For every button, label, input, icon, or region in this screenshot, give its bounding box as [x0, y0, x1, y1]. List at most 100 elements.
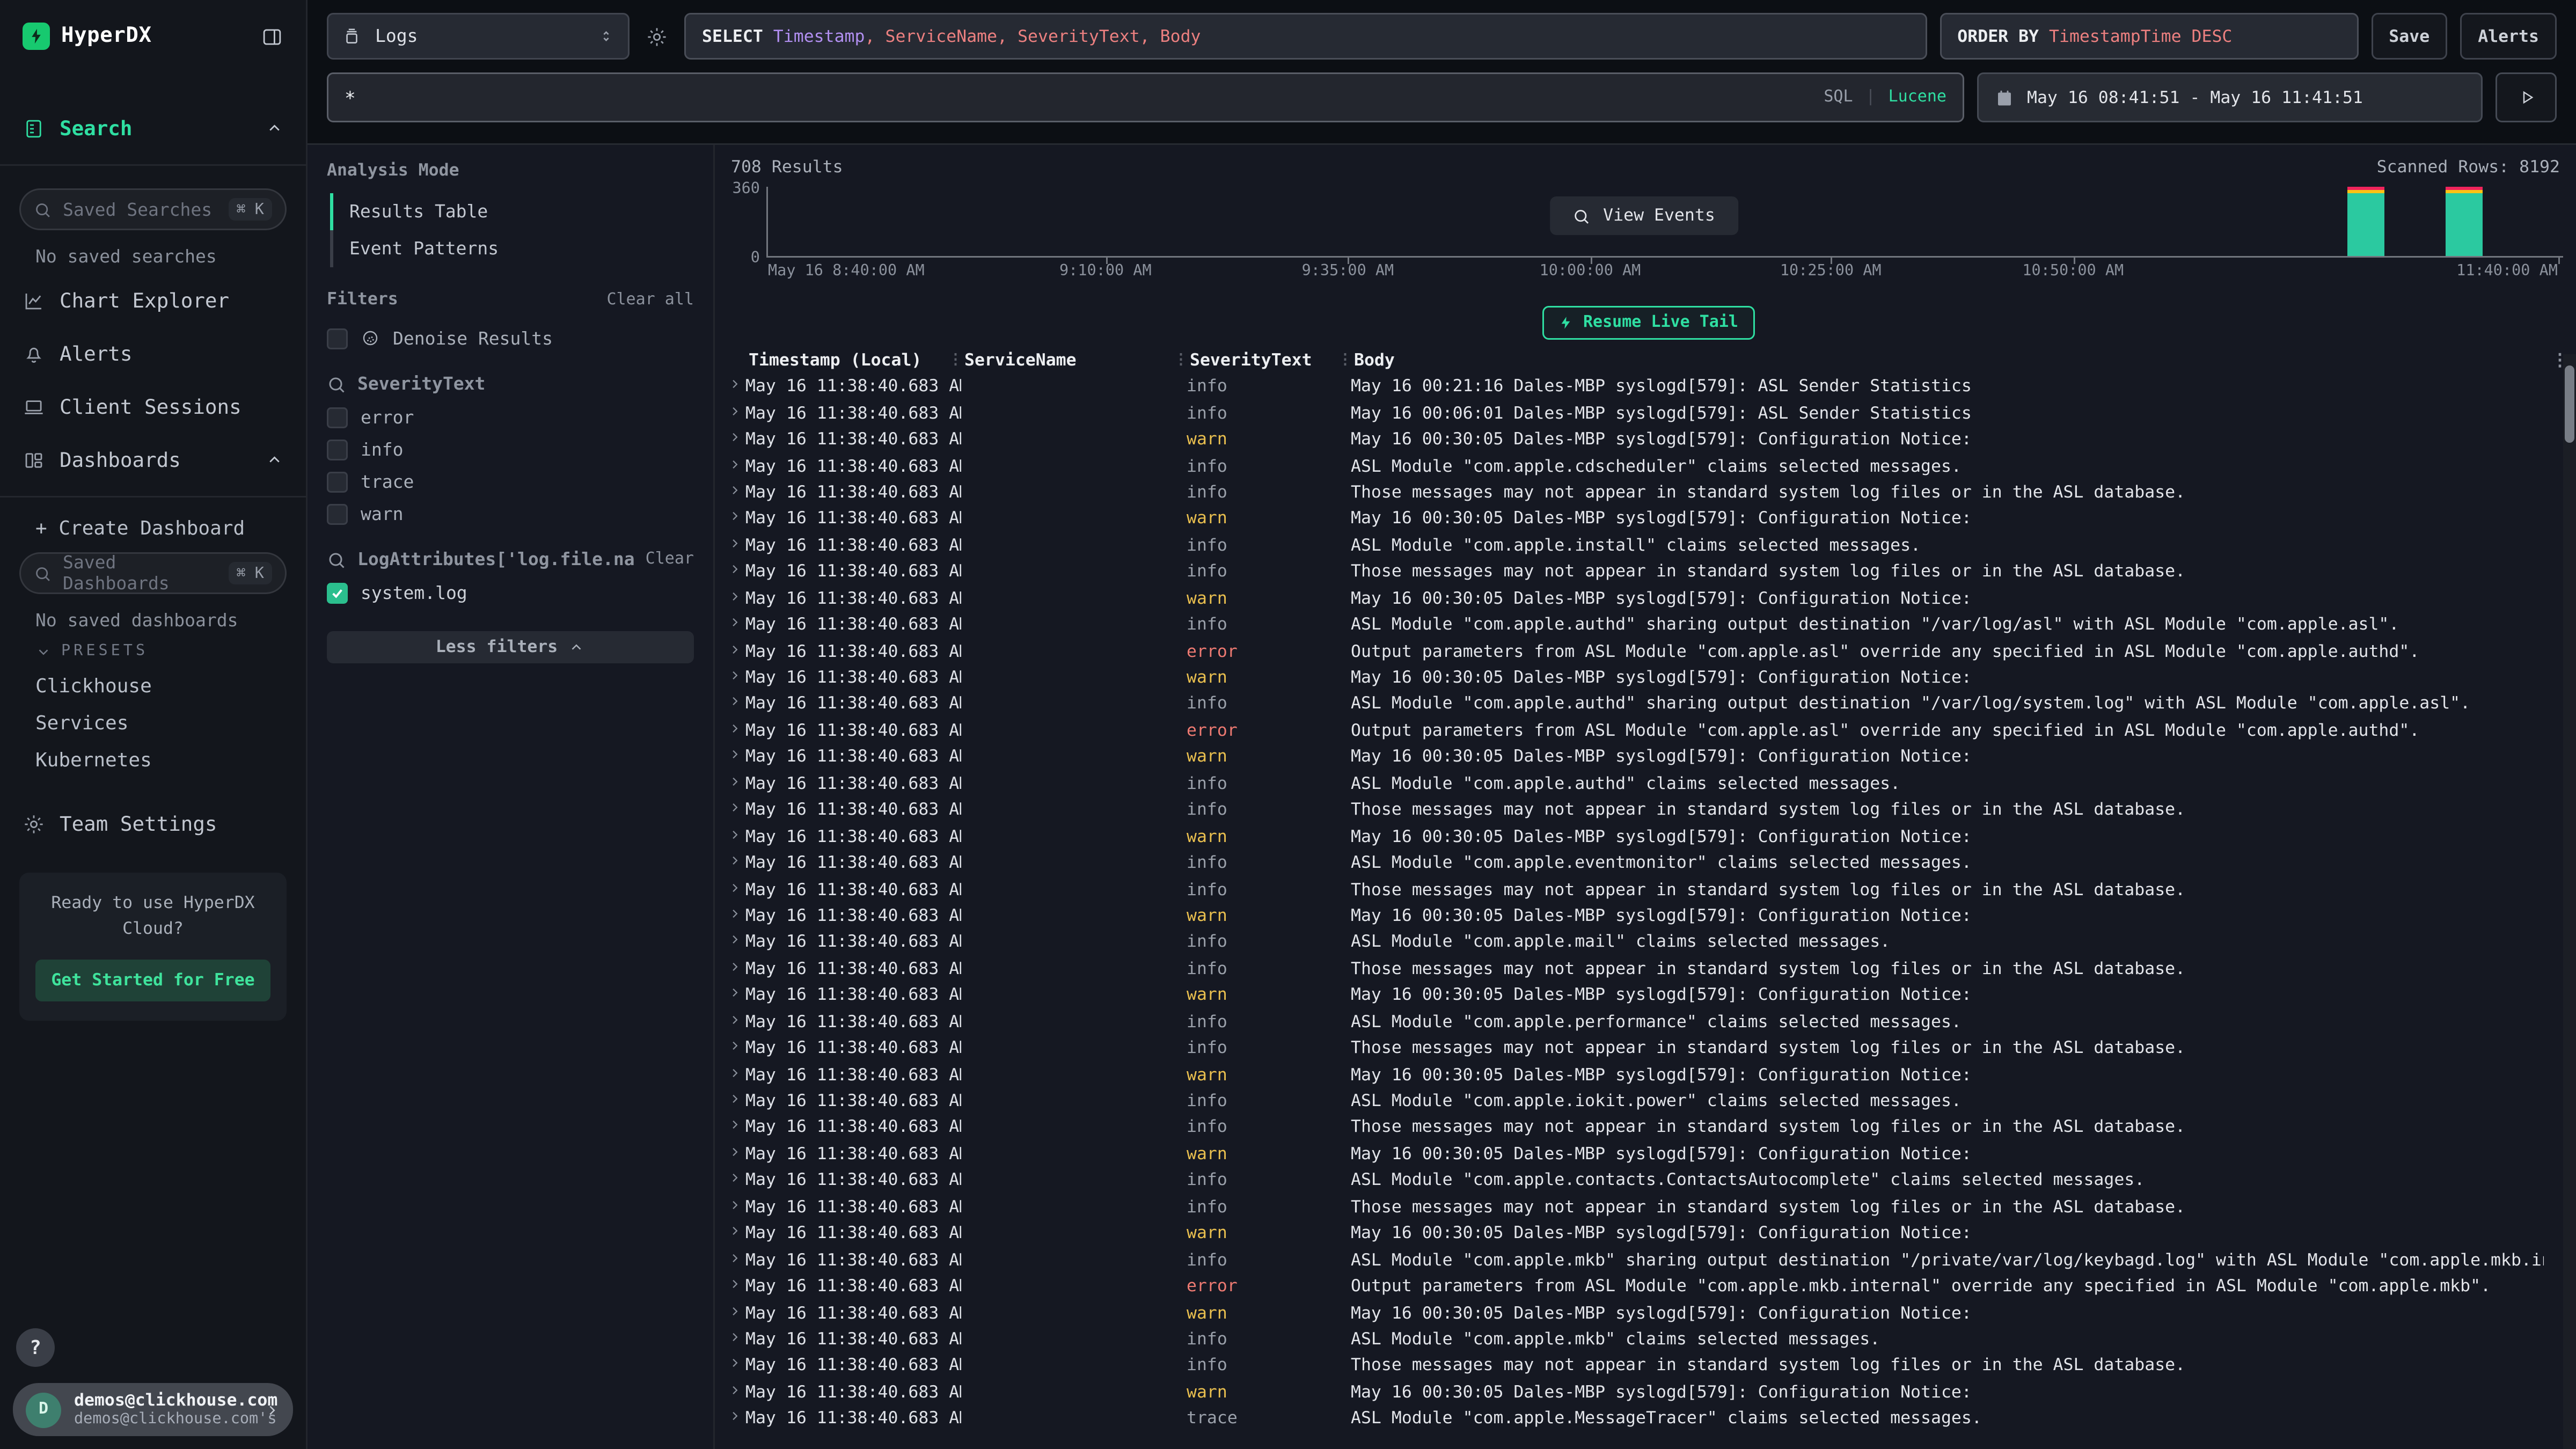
- mode-results-table[interactable]: Results Table: [330, 193, 694, 230]
- table-row[interactable]: May 16 11:38:40.683 AMinfoThose messages…: [721, 797, 2576, 823]
- expand-row-icon[interactable]: [721, 1171, 745, 1190]
- table-row[interactable]: May 16 11:38:40.683 AMwarnMay 16 00:30:0…: [721, 823, 2576, 850]
- expand-row-icon[interactable]: [721, 1118, 745, 1137]
- table-row[interactable]: May 16 11:38:40.683 AMinfoASL Module "co…: [721, 1247, 2576, 1273]
- table-row[interactable]: May 16 11:38:40.683 AMerrorOutput parame…: [721, 718, 2576, 744]
- denoise-checkbox[interactable]: [327, 328, 348, 349]
- search-input[interactable]: * SQL | Lucene: [327, 72, 1964, 122]
- expand-row-icon[interactable]: [721, 933, 745, 952]
- table-row[interactable]: May 16 11:38:40.683 AMinfoASL Module "co…: [721, 1009, 2576, 1035]
- checkbox[interactable]: [327, 471, 348, 492]
- table-row[interactable]: May 16 11:38:40.683 AMinfoASL Module "co…: [721, 1326, 2576, 1352]
- expand-row-icon[interactable]: [721, 1224, 745, 1243]
- expand-row-icon[interactable]: [721, 1277, 745, 1296]
- create-dashboard-button[interactable]: + Create Dashboard: [0, 507, 306, 549]
- scrollbar-track[interactable]: [2563, 354, 2576, 1449]
- table-row[interactable]: May 16 11:38:40.683 AMinfoMay 16 00:21:1…: [721, 374, 2576, 400]
- expand-row-icon[interactable]: [721, 1038, 745, 1058]
- expand-row-icon[interactable]: [721, 801, 745, 820]
- expand-row-icon[interactable]: [721, 430, 745, 449]
- expand-row-icon[interactable]: [721, 880, 745, 899]
- table-row[interactable]: May 16 11:38:40.683 AMinfoThose messages…: [721, 1115, 2576, 1141]
- presets-toggle[interactable]: PRESETS: [0, 631, 306, 667]
- expand-row-icon[interactable]: [721, 906, 745, 926]
- expand-row-icon[interactable]: [721, 404, 745, 423]
- table-row[interactable]: May 16 11:38:40.683 AMwarnMay 16 00:30:0…: [721, 1379, 2576, 1406]
- denoise-toggle[interactable]: Denoise Results: [327, 322, 694, 354]
- expand-row-icon[interactable]: [721, 589, 745, 608]
- save-button[interactable]: Save: [2371, 13, 2447, 60]
- filter-option-trace[interactable]: trace: [327, 465, 694, 497]
- less-filters-button[interactable]: Less filters: [327, 631, 694, 663]
- table-row[interactable]: May 16 11:38:40.683 AMwarnMay 16 00:30:0…: [721, 664, 2576, 691]
- expand-row-icon[interactable]: [721, 986, 745, 1005]
- table-row[interactable]: May 16 11:38:40.683 AMwarnMay 16 00:30:0…: [721, 1141, 2576, 1167]
- lucene-toggle[interactable]: Lucene: [1889, 89, 1946, 106]
- order-by-input[interactable]: ORDER BY TimestampTime DESC: [1940, 13, 2358, 60]
- sidebar-item-client-sessions[interactable]: Client Sessions: [0, 380, 306, 433]
- checkbox[interactable]: [327, 439, 348, 460]
- column-header-timestamp[interactable]: Timestamp (Local): [745, 350, 961, 370]
- collapse-sidebar-icon[interactable]: [261, 25, 283, 48]
- table-row[interactable]: May 16 11:38:40.683 AMwarnMay 16 00:30:0…: [721, 506, 2576, 532]
- run-query-button[interactable]: [2496, 72, 2557, 122]
- expand-row-icon[interactable]: [721, 774, 745, 793]
- checkbox[interactable]: [327, 582, 348, 603]
- saved-searches-input[interactable]: Saved Searches ⌘ K: [19, 188, 287, 230]
- expand-row-icon[interactable]: [721, 1092, 745, 1111]
- table-row[interactable]: May 16 11:38:40.683 AMwarnMay 16 00:30:0…: [721, 427, 2576, 453]
- table-row[interactable]: May 16 11:38:40.683 AMinfoASL Module "co…: [721, 453, 2576, 479]
- expand-row-icon[interactable]: [721, 694, 745, 714]
- expand-row-icon[interactable]: [721, 721, 745, 741]
- table-row[interactable]: May 16 11:38:40.683 AMinfoThose messages…: [721, 1035, 2576, 1062]
- column-header-servicename[interactable]: ⋮ServiceName: [961, 350, 1187, 370]
- table-row[interactable]: May 16 11:38:40.683 AMinfoThose messages…: [721, 1194, 2576, 1220]
- preset-services[interactable]: Services: [0, 704, 306, 741]
- table-row[interactable]: May 16 11:38:40.683 AMinfoASL Module "co…: [721, 1088, 2576, 1114]
- table-row[interactable]: May 16 11:38:40.683 AMinfoASL Module "co…: [721, 930, 2576, 956]
- column-resize-handle[interactable]: ⋮: [1338, 352, 1349, 368]
- expand-row-icon[interactable]: [721, 1250, 745, 1270]
- expand-row-icon[interactable]: [721, 960, 745, 979]
- expand-row-icon[interactable]: [721, 827, 745, 846]
- table-row[interactable]: May 16 11:38:40.683 AMinfoASL Module "co…: [721, 1167, 2576, 1194]
- filter-option-warn[interactable]: warn: [327, 497, 694, 530]
- expand-row-icon[interactable]: [721, 1330, 745, 1349]
- histogram-bar[interactable]: [2347, 187, 2384, 256]
- table-row[interactable]: May 16 11:38:40.683 AMinfoASL Module "co…: [721, 691, 2576, 718]
- get-started-button[interactable]: Get Started for Free: [35, 959, 270, 1001]
- table-row[interactable]: May 16 11:38:40.683 AMinfoThose messages…: [721, 1353, 2576, 1379]
- expand-row-icon[interactable]: [721, 1197, 745, 1217]
- help-button[interactable]: ?: [16, 1328, 55, 1367]
- expand-row-icon[interactable]: [721, 1383, 745, 1402]
- expand-row-icon[interactable]: [721, 1012, 745, 1031]
- histogram-bar[interactable]: [2445, 187, 2482, 256]
- expand-row-icon[interactable]: [721, 509, 745, 529]
- user-menu[interactable]: D demos@clickhouse.com demos@clickhouse.…: [13, 1383, 293, 1436]
- filter-option-error[interactable]: error: [327, 401, 694, 433]
- expand-row-icon[interactable]: [721, 615, 745, 634]
- table-row[interactable]: May 16 11:38:40.683 AMwarnMay 16 00:30:0…: [721, 586, 2576, 612]
- expand-row-icon[interactable]: [721, 1304, 745, 1323]
- expand-row-icon[interactable]: [721, 1409, 745, 1429]
- view-events-button[interactable]: View Events: [1550, 196, 1738, 235]
- table-row[interactable]: May 16 11:38:40.683 AMinfoASL Module "co…: [721, 771, 2576, 797]
- table-row[interactable]: May 16 11:38:40.683 AMinfoThose messages…: [721, 956, 2576, 982]
- expand-row-icon[interactable]: [721, 377, 745, 397]
- preset-clickhouse[interactable]: Clickhouse: [0, 667, 306, 704]
- source-settings-gear-icon[interactable]: [642, 25, 671, 48]
- table-row[interactable]: May 16 11:38:40.683 AMinfoASL Module "co…: [721, 612, 2576, 638]
- sql-toggle[interactable]: SQL: [1824, 89, 1853, 106]
- expand-row-icon[interactable]: [721, 562, 745, 582]
- table-row[interactable]: May 16 11:38:40.683 AMinfoThose messages…: [721, 479, 2576, 506]
- scrollbar-thumb[interactable]: [2565, 365, 2574, 443]
- sidebar-item-team-settings[interactable]: Team Settings: [0, 797, 306, 850]
- column-header-body[interactable]: ⋮Body: [1351, 350, 2544, 370]
- expand-row-icon[interactable]: [721, 457, 745, 476]
- table-row[interactable]: May 16 11:38:40.683 AMwarnMay 16 00:30:0…: [721, 744, 2576, 770]
- expand-row-icon[interactable]: [721, 1065, 745, 1085]
- checkbox[interactable]: [327, 407, 348, 428]
- column-resize-handle[interactable]: ⋮: [948, 352, 960, 368]
- source-select[interactable]: Logs: [327, 13, 630, 60]
- mode-event-patterns[interactable]: Event Patterns: [330, 230, 694, 267]
